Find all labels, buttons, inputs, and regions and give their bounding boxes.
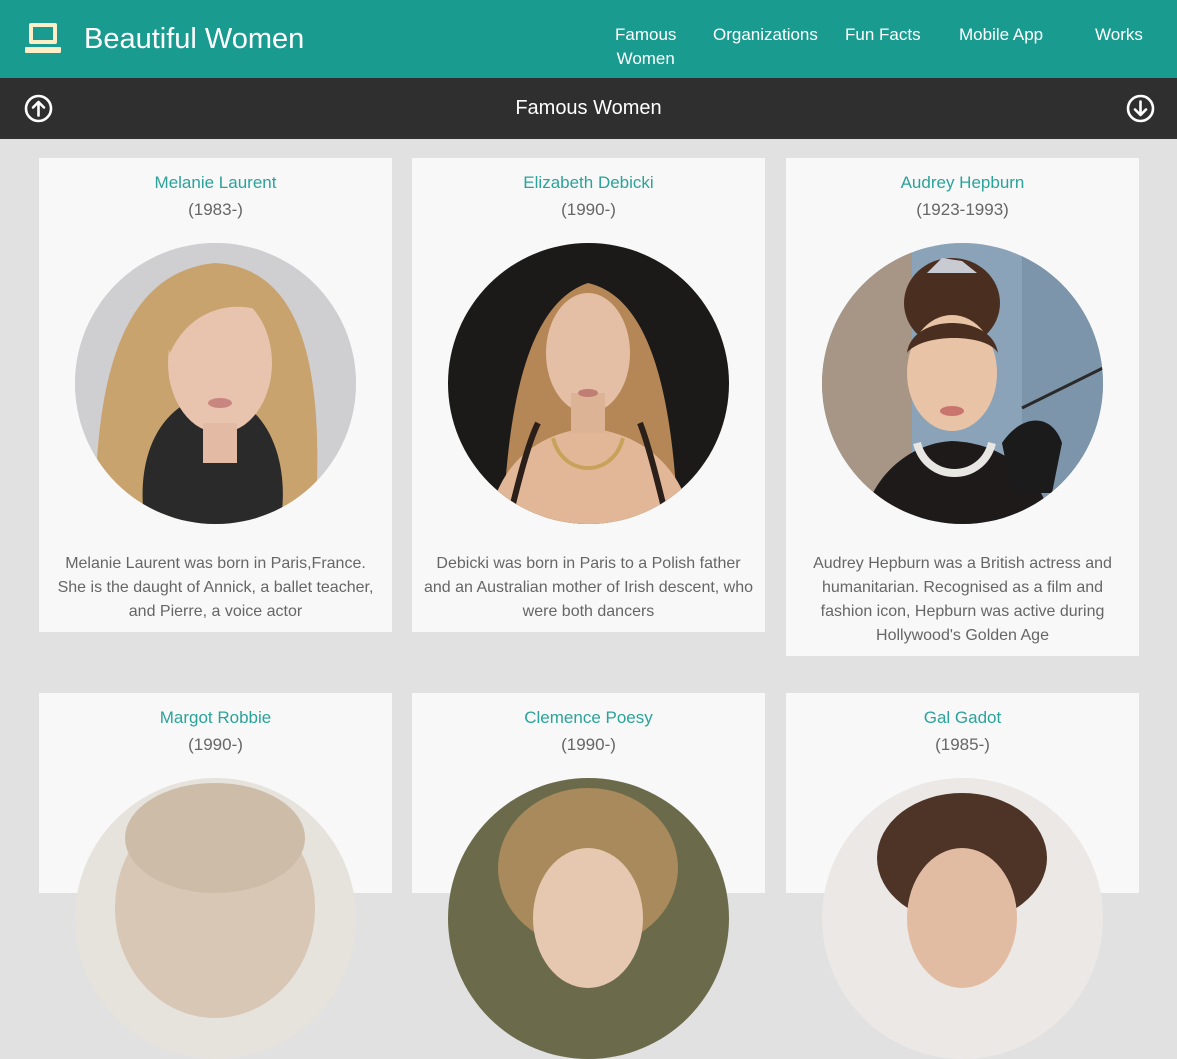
nav-organizations[interactable]: Organizations [713, 23, 818, 47]
nav-fun-facts[interactable]: Fun Facts [845, 23, 921, 47]
card-name[interactable]: Margot Robbie [39, 707, 392, 729]
card-name[interactable]: Clemence Poesy [412, 707, 765, 729]
portrait-image [448, 778, 729, 1059]
portrait-image [448, 243, 729, 524]
profile-card: Melanie Laurent (1983-) Melanie Laurent … [39, 158, 392, 632]
nav-famous-women[interactable]: Famous Women [615, 23, 676, 71]
profile-card: Clemence Poesy (1990-) [412, 693, 765, 1059]
card-bio: Melanie Laurent was born in Paris,France… [57, 555, 374, 620]
section-bar: Famous Women [0, 78, 1177, 139]
card-name[interactable]: Audrey Hepburn [786, 172, 1139, 194]
laptop-icon [25, 23, 61, 53]
nav-famous-label-line2: Women [616, 49, 675, 68]
nav-mobile-app[interactable]: Mobile App [959, 23, 1043, 47]
profile-card: Gal Gadot (1985-) [786, 693, 1139, 1059]
card-years: (1983-) [188, 200, 243, 219]
portrait-image [822, 778, 1103, 1059]
card-name[interactable]: Melanie Laurent [39, 172, 392, 194]
portrait-image [75, 778, 356, 1059]
card-bio: Audrey Hepburn was a British actress and… [813, 555, 1112, 644]
card-years: (1990-) [561, 200, 616, 219]
nav-famous-label-line1: Famous [615, 25, 677, 44]
app-title[interactable]: Beautiful Women [84, 21, 304, 57]
profile-card: Audrey Hepburn (1923-1993) Audrey Hepbur… [786, 158, 1139, 656]
section-title: Famous Women [515, 97, 662, 119]
profile-card: Margot Robbie (1990-) [39, 693, 392, 1059]
profile-card: Elizabeth Debicki (1990-) Debicki was bo… [412, 158, 765, 632]
card-name[interactable]: Gal Gadot [786, 707, 1139, 729]
nav-works[interactable]: Works [1095, 23, 1143, 47]
arrow-down-circle-icon[interactable] [1126, 94, 1155, 123]
portrait-image [75, 243, 356, 524]
card-bio: Debicki was born in Paris to a Polish fa… [423, 555, 754, 620]
card-years: (1923-1993) [916, 200, 1009, 219]
card-years: (1990-) [561, 735, 616, 754]
portrait-image [822, 243, 1103, 524]
card-years: (1985-) [935, 735, 990, 754]
card-name[interactable]: Elizabeth Debicki [412, 172, 765, 194]
app-header: Beautiful Women Famous Women Organizatio… [0, 0, 1177, 78]
card-years: (1990-) [188, 735, 243, 754]
